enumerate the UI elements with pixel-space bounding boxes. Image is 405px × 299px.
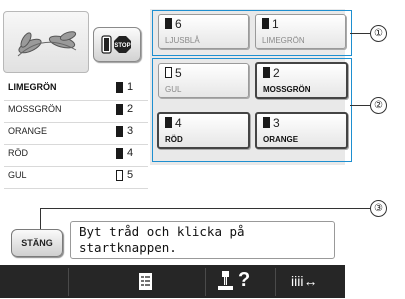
spool-icon <box>116 82 123 93</box>
slide-arrows-icon: iiii↔ <box>291 273 318 289</box>
thread-name: ORANGE <box>8 126 48 136</box>
message-line-2: startknappen. <box>79 240 177 255</box>
message-text: Byt tråd och klicka på startknappen. <box>79 224 329 256</box>
toolbar-divider <box>275 268 276 296</box>
callout-number-2: ② <box>370 97 387 114</box>
spool-icon <box>116 148 123 159</box>
callout-number-3: ③ <box>370 200 387 217</box>
spool-icon <box>116 170 123 181</box>
message-line-1: Byt tråd och klicka på <box>79 224 245 239</box>
svg-text:STOP: STOP <box>114 43 130 49</box>
thread-number: 4 <box>127 147 134 159</box>
thread-number: 2 <box>127 103 134 115</box>
callout-line-3 <box>40 208 370 209</box>
thread-number: 1 <box>127 81 134 93</box>
toolbar-divider <box>205 268 206 296</box>
pattern-preview <box>3 11 89 73</box>
help-icon: ? <box>238 269 251 291</box>
embroidery-pattern-icon <box>17 31 77 57</box>
callout-line-1 <box>350 33 370 34</box>
spool-icon <box>116 126 123 137</box>
spool-icon <box>116 104 123 115</box>
list-item[interactable]: ORANGE 3 <box>4 123 148 145</box>
list-item[interactable]: RÖD 4 <box>4 145 148 167</box>
thread-stop-button[interactable]: STOP <box>93 27 141 62</box>
thread-name: LIMEGRÖN <box>8 82 57 92</box>
thread-number: 5 <box>127 169 134 181</box>
checklist-icon <box>139 273 152 290</box>
close-button[interactable]: STÄNG <box>11 229 63 257</box>
toolbar-divider <box>68 268 69 296</box>
callout-frame-1 <box>152 10 352 56</box>
callout-number-1: ① <box>370 25 387 42</box>
message-box: Byt tråd och klicka på startknappen. <box>70 221 335 259</box>
thread-number: 3 <box>127 125 134 137</box>
stop-icon: STOP <box>101 35 131 54</box>
divider <box>4 188 148 189</box>
thread-name: GUL <box>8 170 27 180</box>
callout-frame-2 <box>152 58 352 162</box>
thread-name: RÖD <box>8 148 28 158</box>
callout-line-2 <box>350 105 370 106</box>
thread-order-list: LIMEGRÖN 1 MOSSGRÖN 2 ORANGE 3 RÖD 4 GUL… <box>4 79 148 243</box>
list-item[interactable]: MOSSGRÖN 2 <box>4 101 148 123</box>
memo-button[interactable] <box>130 267 160 296</box>
thread-name: MOSSGRÖN <box>8 104 62 114</box>
list-item[interactable]: GUL 5 <box>4 167 148 189</box>
callout-line-3-drop <box>40 208 41 230</box>
list-item[interactable]: LIMEGRÖN 1 <box>4 79 148 101</box>
help-button[interactable]: ? <box>210 267 272 296</box>
slide-button[interactable]: iiii↔ <box>283 267 343 296</box>
